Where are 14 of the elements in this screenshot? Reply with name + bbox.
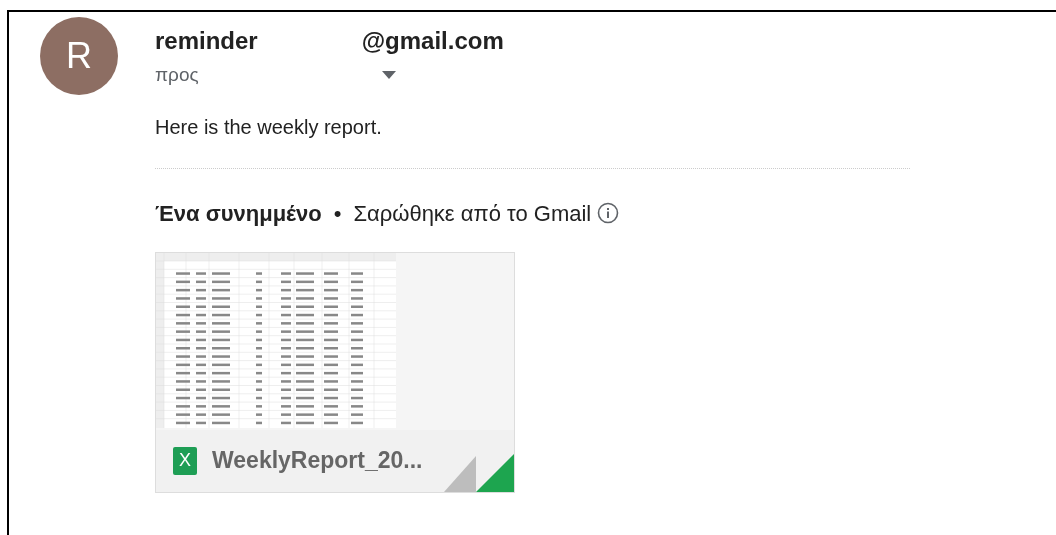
attachment-count: Ένα συνημμένο bbox=[155, 199, 322, 228]
recipient-label: προς bbox=[155, 63, 199, 87]
scan-note: Σαρώθηκε από το Gmail bbox=[353, 199, 592, 228]
folded-corner-icon bbox=[444, 453, 514, 492]
sender-name: reminder bbox=[155, 26, 258, 56]
caret-icon bbox=[381, 71, 396, 80]
attachment-filename: WeeklyReport_20... bbox=[212, 446, 423, 476]
spreadsheet-file-icon: X bbox=[173, 446, 197, 475]
info-icon[interactable] bbox=[597, 202, 620, 224]
avatar-letter: R bbox=[66, 34, 92, 78]
message-body: Here is the weekly report. bbox=[155, 114, 383, 140]
separator: • bbox=[333, 199, 342, 228]
attachment-card[interactable]: X WeeklyReport_20... bbox=[155, 251, 515, 493]
sender-address: @gmail.com bbox=[361, 26, 504, 56]
